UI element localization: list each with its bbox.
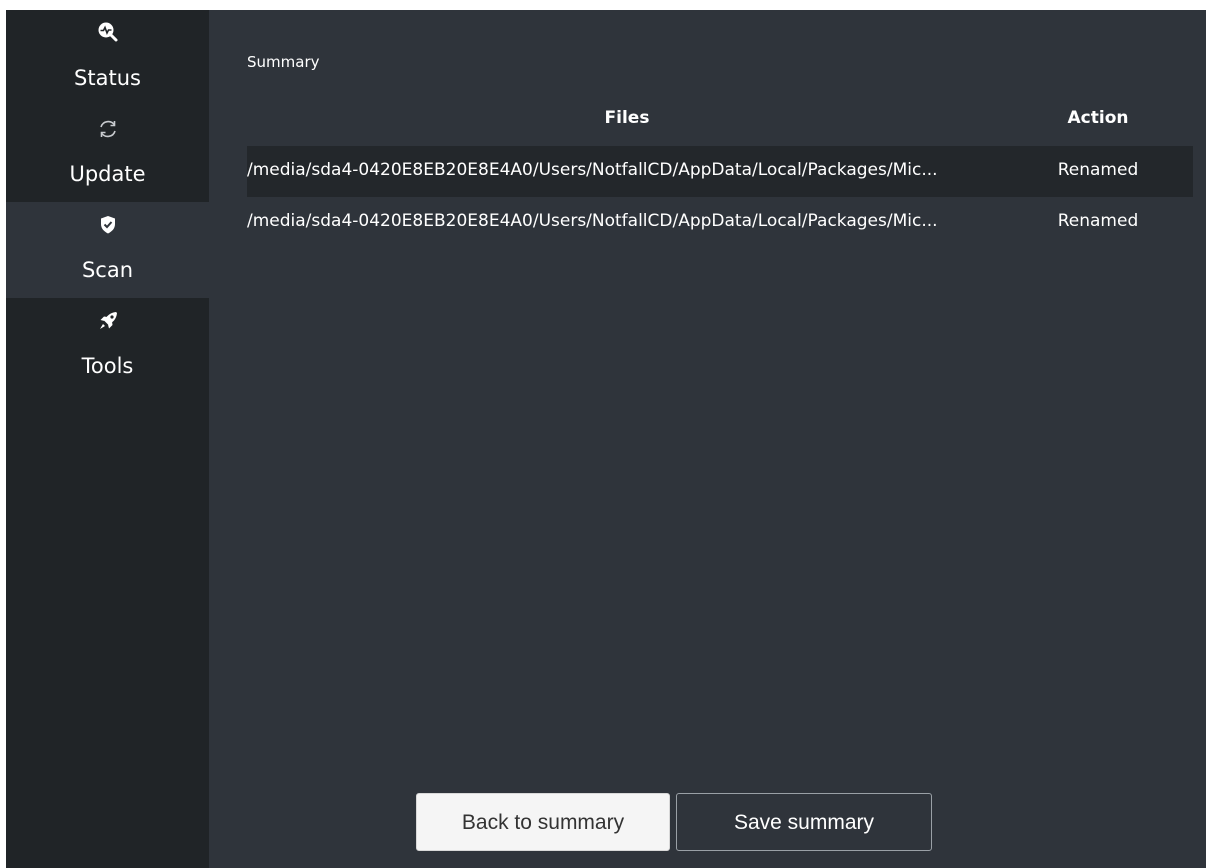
back-to-summary-button[interactable]: Back to summary [416, 793, 670, 851]
table-row[interactable]: /media/sda4-0420E8EB20E8E4A0/Users/Notfa… [247, 146, 1193, 197]
table-row[interactable]: /media/sda4-0420E8EB20E8E4A0/Users/Notfa… [247, 197, 1193, 248]
sidebar-item-tools[interactable]: Tools [6, 298, 209, 394]
file-path-cell: /media/sda4-0420E8EB20E8E4A0/Users/Notfa… [247, 211, 938, 231]
app-window: Status Update Scan Tools Summary Files A… [6, 10, 1206, 868]
sidebar-item-scan[interactable]: Scan [6, 202, 209, 298]
sidebar-item-update[interactable]: Update [6, 106, 209, 202]
status-search-icon [6, 20, 209, 46]
page-title: Summary [247, 53, 320, 71]
file-path-cell: /media/sda4-0420E8EB20E8E4A0/Users/Notfa… [247, 160, 938, 180]
action-cell: Renamed [1057, 160, 1139, 180]
shield-check-icon [6, 212, 209, 238]
sidebar: Status Update Scan Tools [6, 10, 209, 868]
column-header-action: Action [1067, 108, 1129, 128]
sidebar-item-label: Update [69, 162, 146, 186]
sidebar-item-label: Scan [81, 258, 134, 282]
sidebar-item-label: Status [74, 66, 141, 90]
rocket-icon [6, 308, 209, 334]
main-content: Summary Files Action /media/sda4-0420E8E… [209, 10, 1206, 868]
column-header-files: Files [604, 108, 650, 128]
sidebar-item-status[interactable]: Status [6, 10, 209, 106]
save-summary-button[interactable]: Save summary [676, 793, 932, 851]
sidebar-item-label: Tools [81, 354, 134, 378]
update-sync-icon [6, 116, 209, 142]
action-cell: Renamed [1057, 211, 1139, 231]
